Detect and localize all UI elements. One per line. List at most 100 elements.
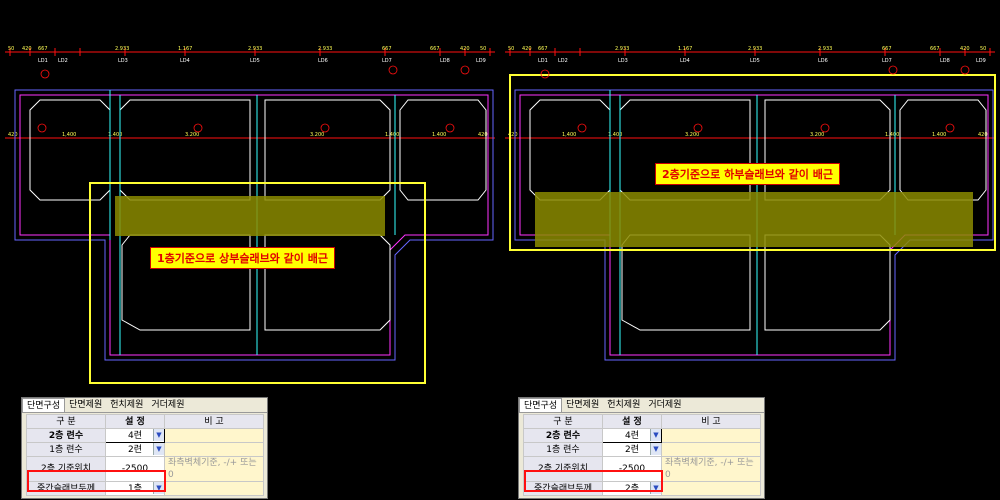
dim-label: 420 [460, 46, 470, 52]
tab-section-config[interactable]: 단면구성 [22, 398, 66, 412]
dim-label: 2.933 [615, 46, 629, 52]
dim-label: 2.933 [748, 46, 762, 52]
dim-label: 50 [508, 46, 514, 52]
grid-header-row: 구 분 설 정 비 고 [26, 414, 264, 429]
dim-label: 2.933 [818, 46, 832, 52]
annotation-note-right: 2층기준으로 하부슬래브와 같이 배근 [655, 163, 840, 185]
dropdown-value: 4련 [127, 430, 142, 441]
value-dropdown[interactable]: 2련 ▼ [602, 442, 662, 457]
tab-haunch-specs[interactable]: 헌치제원 [603, 398, 644, 412]
upper-cell [264, 99, 391, 201]
col-header-category: 구 분 [26, 414, 106, 429]
dim-label: 667 [882, 46, 892, 52]
tab-section-specs[interactable]: 단면제원 [65, 398, 106, 412]
col-header-remark: 비 고 [164, 414, 264, 429]
col-header-category: 구 분 [523, 414, 603, 429]
dim-label: 3.200 [810, 132, 824, 138]
dim-tag: LD1 [38, 58, 48, 64]
dim-label: 667 [382, 46, 392, 52]
chevron-down-icon[interactable]: ▼ [650, 429, 661, 441]
panel-tabs: 단면구성 단면제원 헌치제원 거더제원 [519, 398, 764, 413]
dim-label: 1,400 [62, 132, 76, 138]
dim-tag: LD9 [476, 58, 486, 64]
tab-section-config[interactable]: 단면구성 [519, 398, 563, 412]
upper-cell [29, 99, 111, 201]
highlight-box-right [524, 470, 663, 492]
table-row: 1층 련수 2련 ▼ [26, 442, 264, 457]
dim-tag: LD4 [680, 58, 690, 64]
chevron-down-icon[interactable]: ▼ [650, 443, 661, 455]
dim-tag: LD7 [882, 58, 892, 64]
dropdown-value: 4련 [624, 430, 639, 441]
dim-label: 1.400 [885, 132, 899, 138]
dim-label: 1.400 [432, 132, 446, 138]
table-row: 2층 련수 4련 ▼ [523, 428, 761, 443]
grid-header-row: 구 분 설 정 비 고 [523, 414, 761, 429]
dropdown-value: 2련 [624, 444, 639, 455]
upper-cell [399, 99, 487, 201]
dim-tag: LD6 [318, 58, 328, 64]
table-row: 2층 련수 4련 ▼ [26, 428, 264, 443]
row-remark [661, 481, 761, 496]
dim-label: 50 [480, 46, 486, 52]
dim-label: 1.400 [385, 132, 399, 138]
dim-label: 667 [38, 46, 48, 52]
value-dropdown[interactable]: 4련 ▼ [105, 428, 165, 443]
row-label: 1층 련수 [26, 442, 106, 457]
dim-label: 1.400 [932, 132, 946, 138]
dropdown-value: 2련 [127, 444, 142, 455]
row-remark [164, 481, 264, 496]
middle-slab-highlight [115, 196, 385, 236]
value-dropdown[interactable]: 2련 ▼ [105, 442, 165, 457]
row-label: 2층 련수 [523, 428, 603, 443]
dim-label: 420 [8, 132, 18, 138]
dim-label: 3.200 [185, 132, 199, 138]
dim-label: 1.167 [178, 46, 192, 52]
dim-label: 420 [960, 46, 970, 52]
dim-tag: LD7 [382, 58, 392, 64]
upper-cell [899, 99, 987, 201]
row-remark [164, 442, 264, 457]
dim-label: 2.933 [115, 46, 129, 52]
tab-girder-specs[interactable]: 거더제원 [147, 398, 188, 412]
dim-tag: LD8 [940, 58, 950, 64]
dim-tag: LD3 [118, 58, 128, 64]
upper-cell [764, 99, 891, 201]
annotation-note-left: 1층기준으로 상부슬래브와 같이 배근 [150, 247, 335, 269]
dim-tag: LD2 [58, 58, 68, 64]
dim-label: 667 [930, 46, 940, 52]
dim-tag: LD8 [440, 58, 450, 64]
col-header-setting: 설 정 [105, 414, 165, 429]
dim-tag: LD6 [818, 58, 828, 64]
upper-cell [119, 99, 251, 201]
chevron-down-icon[interactable]: ▼ [153, 429, 164, 441]
dim-tag: LD5 [750, 58, 760, 64]
dim-label: 2.933 [248, 46, 262, 52]
dim-label: 1.167 [678, 46, 692, 52]
row-remark [661, 442, 761, 457]
dim-tag: LD2 [558, 58, 568, 64]
row-remark: 좌측벽체기준, -/+ 또는 0 [164, 456, 264, 482]
right-section-view: 50 420 667 2.933 1.167 2.933 2.933 667 6… [505, 46, 996, 361]
left-section-view: 50 420 667 2.933 1.167 2.933 2.933 667 6… [5, 46, 495, 384]
row-label: 1층 련수 [523, 442, 603, 457]
dim-tag: LD4 [180, 58, 190, 64]
dim-tag: LD3 [618, 58, 628, 64]
value-dropdown[interactable]: 4련 ▼ [602, 428, 662, 443]
dim-tag: LD9 [976, 58, 986, 64]
dim-label: 3.200 [685, 132, 699, 138]
col-header-setting: 설 정 [602, 414, 662, 429]
dim-label: 420 [22, 46, 32, 52]
chevron-down-icon[interactable]: ▼ [153, 443, 164, 455]
dim-tag: LD5 [250, 58, 260, 64]
upper-cell [619, 99, 751, 201]
tab-haunch-specs[interactable]: 헌치제원 [106, 398, 147, 412]
middle-slab-highlight [535, 192, 973, 247]
highlight-box-left [27, 470, 166, 492]
dim-label: 50 [8, 46, 14, 52]
tab-girder-specs[interactable]: 거더제원 [644, 398, 685, 412]
dim-label: 667 [430, 46, 440, 52]
dim-label: 2.933 [318, 46, 332, 52]
tab-section-specs[interactable]: 단면제원 [562, 398, 603, 412]
row-remark [164, 428, 264, 443]
